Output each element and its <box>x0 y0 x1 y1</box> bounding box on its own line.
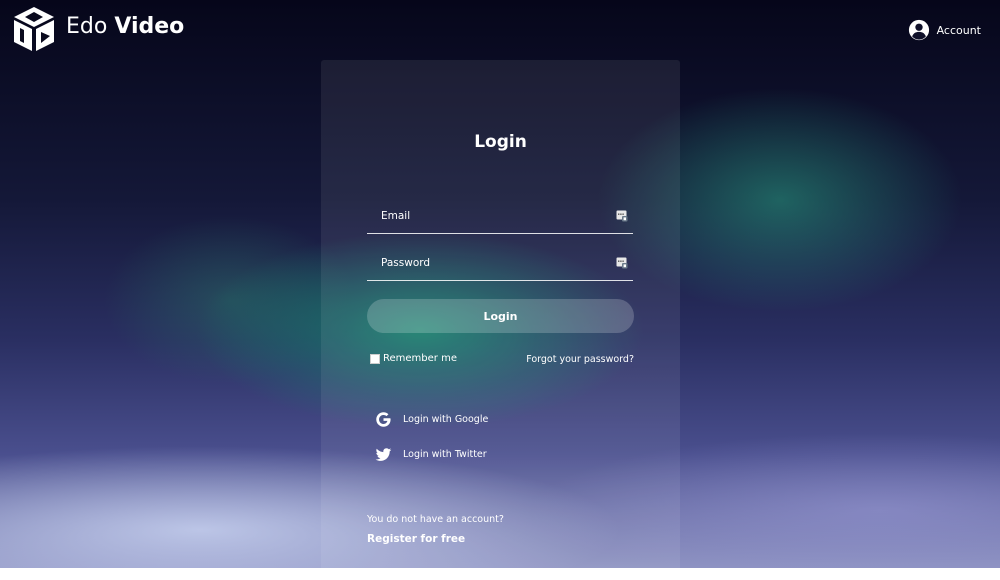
account-menu[interactable]: Account <box>908 19 981 41</box>
logo[interactable]: Edo Video <box>10 5 184 53</box>
play-cube-icon <box>14 7 54 51</box>
password-key-icon[interactable] <box>616 257 628 269</box>
login-with-twitter-label: Login with Twitter <box>403 449 487 460</box>
no-account-text: You do not have an account? <box>367 514 504 525</box>
email-input[interactable] <box>367 199 633 233</box>
login-title: Login <box>474 132 527 152</box>
forgot-password-link[interactable]: Forgot your password? <box>526 354 634 365</box>
remember-me-checkbox[interactable]: Remember me <box>370 353 457 364</box>
login-button[interactable]: Login <box>367 299 634 333</box>
twitter-icon <box>375 448 392 461</box>
login-with-twitter-button[interactable]: Login with Twitter <box>375 446 487 463</box>
remember-me-label: Remember me <box>383 353 457 364</box>
password-field <box>367 246 633 281</box>
password-key-icon[interactable] <box>616 210 628 222</box>
register-link[interactable]: Register for free <box>367 533 465 545</box>
login-with-google-label: Login with Google <box>403 414 489 425</box>
header: Edo Video Account <box>0 0 1000 58</box>
email-field <box>367 199 633 234</box>
account-label: Account <box>936 23 981 37</box>
login-panel: Login Login Remember me Forgot your pass… <box>321 60 680 580</box>
user-circle-icon <box>908 19 929 41</box>
google-icon <box>376 412 391 427</box>
login-with-google-button[interactable]: Login with Google <box>375 411 488 428</box>
checkbox-box[interactable] <box>370 353 380 364</box>
logo-text: Edo Video <box>66 14 185 39</box>
password-input[interactable] <box>367 246 633 280</box>
